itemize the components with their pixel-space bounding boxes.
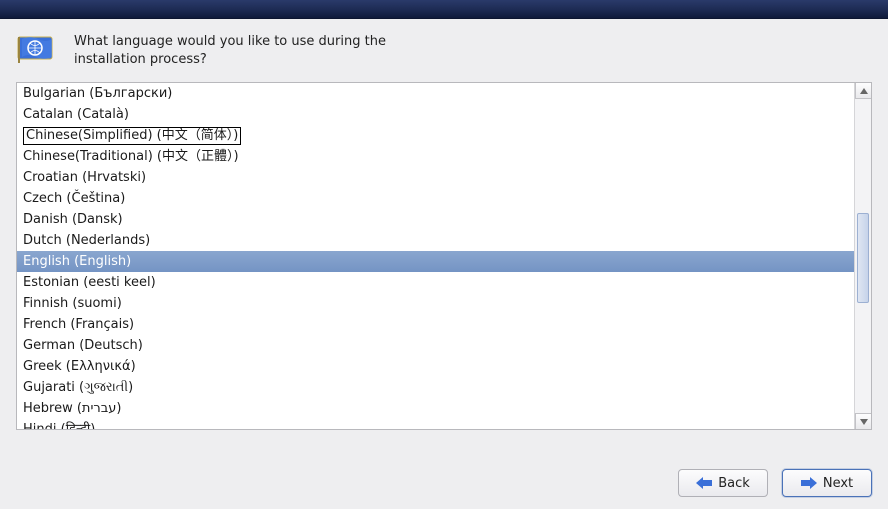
language-label: Greek (Ελληνικά) xyxy=(23,359,136,374)
language-label: Croatian (Hrvatski) xyxy=(23,170,146,185)
language-label: Catalan (Català) xyxy=(23,107,129,122)
language-option[interactable]: Catalan (Català) xyxy=(17,104,854,125)
language-option[interactable]: German (Deutsch) xyxy=(17,335,854,356)
language-option[interactable]: Finnish (suomi) xyxy=(17,293,854,314)
arrow-left-icon xyxy=(696,477,712,489)
language-option[interactable]: Chinese(Simplified) (中文（简体）) xyxy=(17,125,854,146)
back-button[interactable]: Back xyxy=(678,469,768,497)
language-label: Bulgarian (Български) xyxy=(23,86,172,101)
next-label: Next xyxy=(823,476,853,491)
scrollbar[interactable] xyxy=(854,83,871,429)
language-option[interactable]: Estonian (eesti keel) xyxy=(17,272,854,293)
scroll-down-button[interactable] xyxy=(855,413,871,429)
language-option[interactable]: Croatian (Hrvatski) xyxy=(17,167,854,188)
language-label: Dutch (Nederlands) xyxy=(23,233,150,248)
language-label: Czech (Čeština) xyxy=(23,191,125,206)
language-option[interactable]: Hebrew (עברית) xyxy=(17,398,854,419)
language-label: Chinese(Traditional) (中文（正體）) xyxy=(23,149,239,164)
language-listbox[interactable]: Bulgarian (Български) Catalan (Català) Chi… xyxy=(16,82,872,430)
language-label: Chinese(Simplified) (中文（简体）) xyxy=(23,127,241,145)
language-label: Hebrew (עברית) xyxy=(23,401,121,416)
language-label: French (Français) xyxy=(23,317,134,332)
language-option[interactable]: Greek (Ελληνικά) xyxy=(17,356,854,377)
back-label: Back xyxy=(718,476,750,491)
prompt-text: What language would you like to use duri… xyxy=(74,33,434,68)
language-label: English (English) xyxy=(23,254,131,269)
next-button[interactable]: Next xyxy=(782,469,872,497)
language-option[interactable]: Czech (Čeština) xyxy=(17,188,854,209)
language-label: Danish (Dansk) xyxy=(23,212,123,227)
language-label: Gujarati (ગુજરાતી) xyxy=(23,380,133,395)
language-option[interactable]: Danish (Dansk) xyxy=(17,209,854,230)
language-flag-icon xyxy=(16,33,60,65)
language-label: Finnish (suomi) xyxy=(23,296,122,311)
language-option[interactable]: Dutch (Nederlands) xyxy=(17,230,854,251)
scroll-up-button[interactable] xyxy=(855,83,871,99)
header: What language would you like to use duri… xyxy=(16,33,872,68)
language-option[interactable]: Hindi (हिन्दी) xyxy=(17,419,854,429)
language-option[interactable]: English (English) xyxy=(17,251,854,272)
language-option[interactable]: French (Français) xyxy=(17,314,854,335)
language-label: Estonian (eesti keel) xyxy=(23,275,156,290)
language-option[interactable]: Chinese(Traditional) (中文（正體）) xyxy=(17,146,854,167)
language-option[interactable]: Gujarati (ગુજરાતી) xyxy=(17,377,854,398)
scroll-thumb[interactable] xyxy=(857,213,869,303)
language-label: German (Deutsch) xyxy=(23,338,143,353)
footer-buttons: Back Next xyxy=(678,469,872,497)
arrow-right-icon xyxy=(801,477,817,489)
title-bar xyxy=(0,0,888,19)
language-option[interactable]: Bulgarian (Български) xyxy=(17,83,854,104)
language-label: Hindi (हिन्दी) xyxy=(23,422,95,430)
